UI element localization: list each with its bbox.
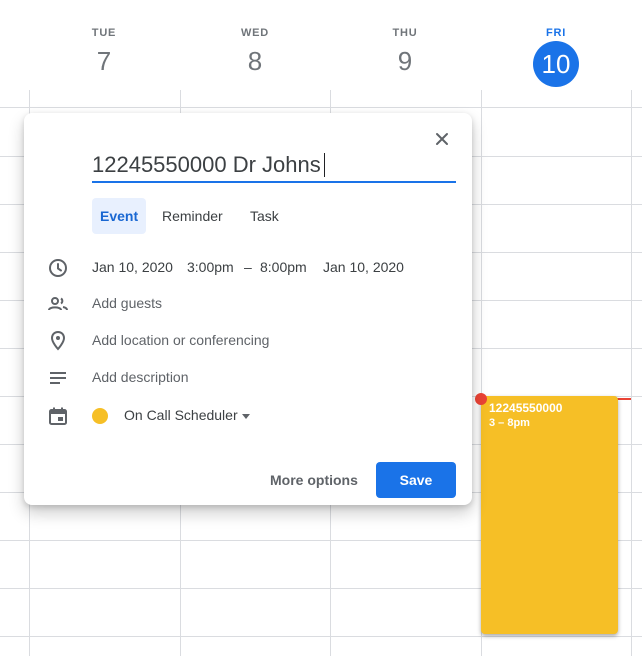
day-of-week: TUE <box>91 27 117 39</box>
tab-event[interactable]: Event <box>92 198 147 234</box>
tab-task[interactable]: Task <box>242 198 287 234</box>
add-description[interactable]: Add description <box>92 369 189 385</box>
calendar-selector-row[interactable]: On Call Scheduler <box>24 404 472 428</box>
datetime-row: Jan 10, 2020 3:00pm – 8:00pm Jan 10, 202… <box>24 256 472 280</box>
calendar-color-dot[interactable] <box>92 408 108 424</box>
day-number-today[interactable]: 10 <box>533 41 579 87</box>
text-cursor <box>324 153 325 177</box>
event-title: 12245550000 <box>489 401 563 415</box>
day-of-week: FRI <box>545 27 567 39</box>
calendar-event-block[interactable]: 12245550000 3 – 8pm <box>481 396 618 634</box>
grid-column-divider <box>631 90 632 656</box>
close-icon <box>436 133 448 145</box>
save-button[interactable]: Save <box>376 462 456 498</box>
day-number[interactable]: 7 <box>29 46 179 77</box>
event-time: 3 – 8pm <box>489 417 530 429</box>
location-pin-icon <box>50 330 66 351</box>
more-options-button[interactable]: More options <box>264 462 364 498</box>
guests-row[interactable]: Add guests <box>24 292 472 316</box>
grid-hour-line <box>0 636 642 637</box>
time-separator: – <box>244 259 252 275</box>
title-input[interactable] <box>92 151 456 179</box>
day-of-week: WED <box>240 27 270 39</box>
title-field[interactable] <box>92 151 456 183</box>
dropdown-caret-icon[interactable] <box>242 414 250 419</box>
start-time[interactable]: 3:00pm <box>187 259 234 275</box>
calendar-name[interactable]: On Call Scheduler <box>124 407 238 423</box>
add-location[interactable]: Add location or conferencing <box>92 332 269 348</box>
start-date[interactable]: Jan 10, 2020 <box>92 259 173 275</box>
calendar-icon <box>49 407 67 425</box>
tab-reminder[interactable]: Reminder <box>154 198 231 234</box>
day-of-week: THU <box>392 27 418 39</box>
description-icon <box>50 372 66 384</box>
add-guests[interactable]: Add guests <box>92 295 162 311</box>
location-row[interactable]: Add location or conferencing <box>24 329 472 353</box>
clock-icon <box>49 259 67 277</box>
close-button[interactable] <box>430 127 454 151</box>
event-quick-create-dialog: Event Reminder Task Jan 10, 2020 3:00pm … <box>24 113 472 505</box>
description-row[interactable]: Add description <box>24 366 472 390</box>
calendar-header: TUE 7 WED 8 THU 9 FRI 10 <box>0 0 642 107</box>
end-date[interactable]: Jan 10, 2020 <box>323 259 404 275</box>
header-divider <box>0 107 642 108</box>
day-number[interactable]: 8 <box>180 46 330 77</box>
current-time-dot <box>475 393 487 405</box>
end-time[interactable]: 8:00pm <box>260 259 307 275</box>
day-number[interactable]: 9 <box>330 46 480 77</box>
people-icon <box>48 297 68 311</box>
